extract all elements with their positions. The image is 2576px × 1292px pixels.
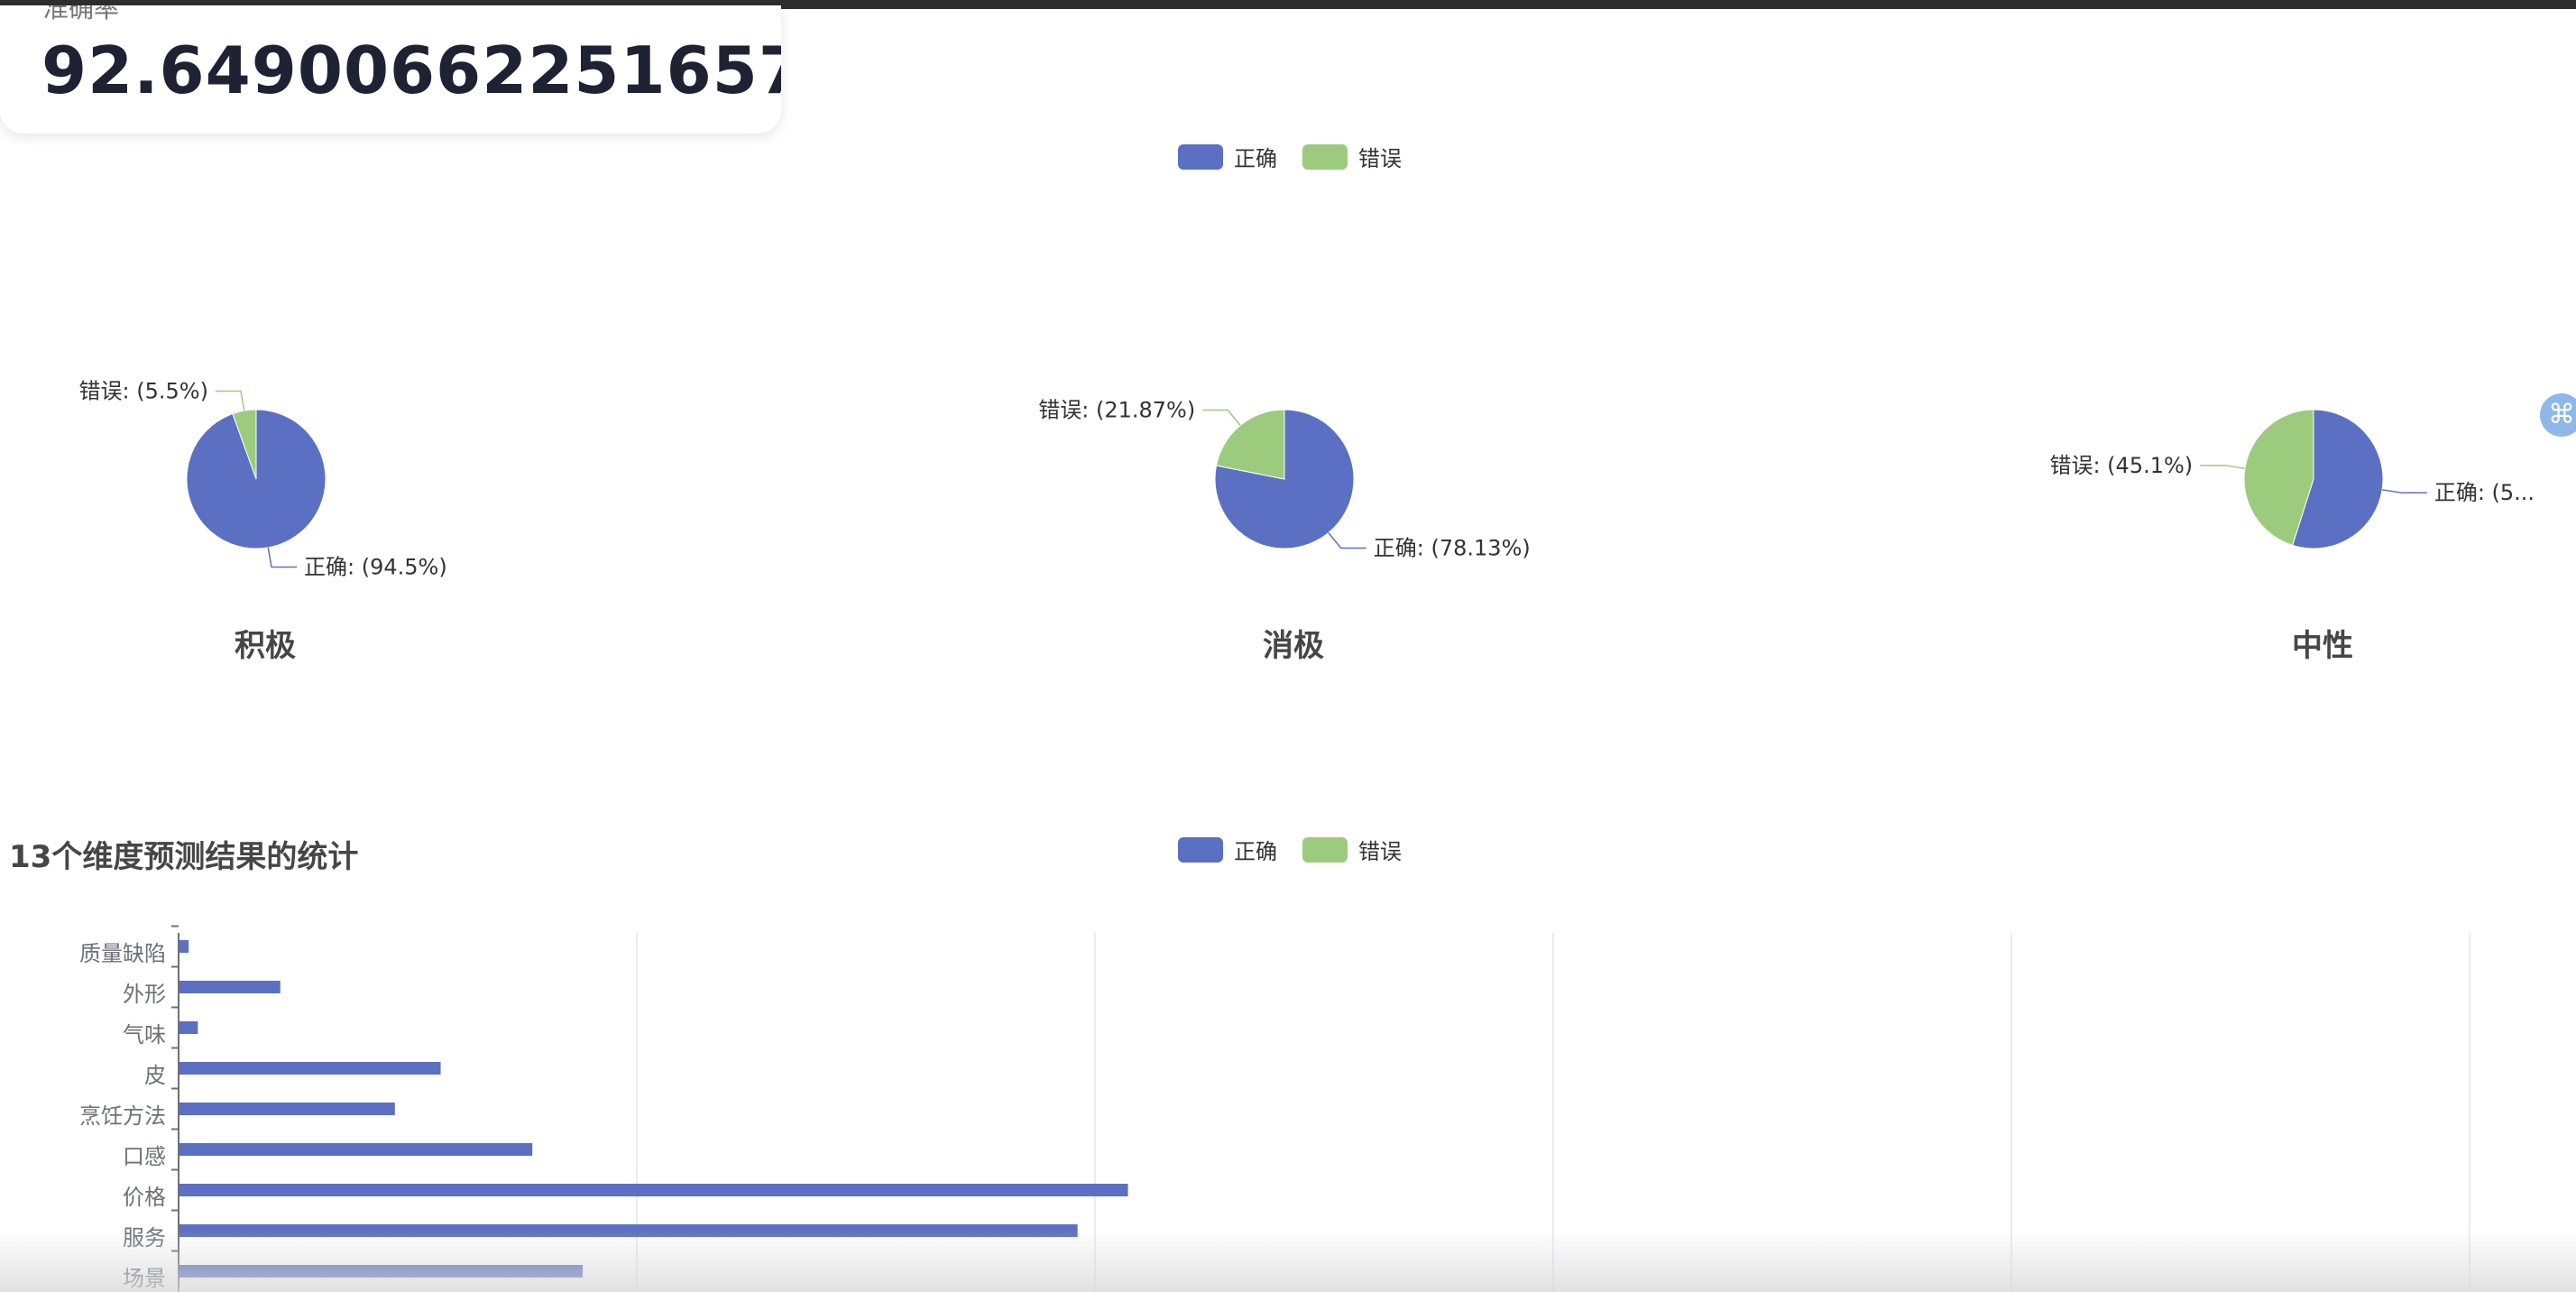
bar-category-label-8: 场景 — [123, 1266, 166, 1291]
bar-category-label-6: 价格 — [123, 1185, 166, 1210]
bar-correct-7[interactable] — [179, 1224, 1078, 1237]
bar-category-label-7: 服务 — [123, 1225, 166, 1250]
bar-chart: 质量缺陷外形气味皮烹饪方法口感价格服务场景 — [79, 925, 2470, 1292]
bar-correct-8[interactable] — [179, 1265, 584, 1278]
bar-category-label-3: 皮 — [144, 1063, 166, 1088]
bar-correct-6[interactable] — [179, 1184, 1128, 1196]
bar-category-label-4: 烹饪方法 — [79, 1103, 166, 1129]
bar-correct-2[interactable] — [179, 1021, 198, 1034]
bar-correct-1[interactable] — [179, 981, 281, 993]
bar-correct-3[interactable] — [179, 1062, 441, 1075]
bar-correct-4[interactable] — [179, 1103, 395, 1115]
bar-category-label-0: 质量缺陷 — [79, 941, 166, 966]
bar-category-label-1: 外形 — [123, 982, 166, 1007]
bar-category-label-2: 气味 — [123, 1022, 166, 1047]
bar-category-label-5: 口感 — [123, 1144, 166, 1169]
bar-correct-5[interactable] — [179, 1143, 533, 1156]
bar-correct-0[interactable] — [179, 940, 189, 953]
